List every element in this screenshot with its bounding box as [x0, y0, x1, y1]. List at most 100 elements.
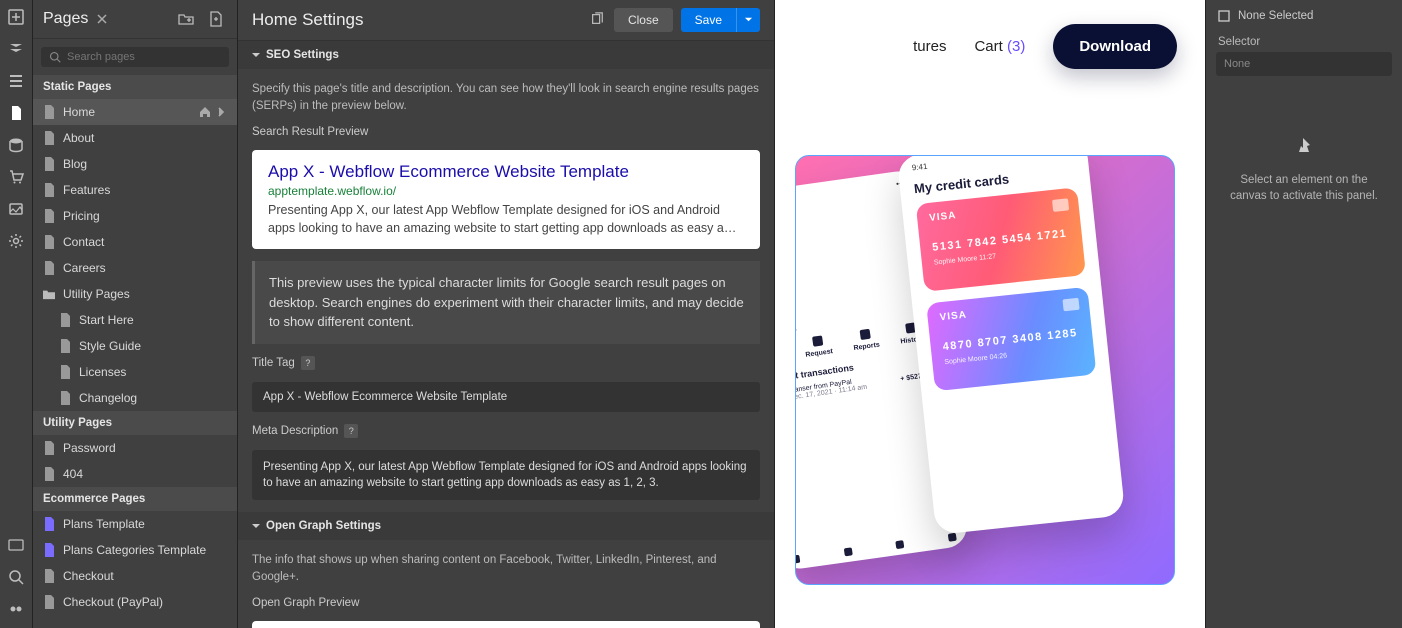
og-section-title: Open Graph Settings [266, 520, 381, 532]
assets-tool[interactable] [5, 198, 27, 220]
selector-label: Selector [1206, 26, 1402, 52]
credit-card-2: VISA 4870 8707 3408 1285 Sophie Moore 04… [926, 287, 1096, 391]
seo-section-header[interactable]: SEO Settings [238, 41, 774, 69]
page-row-checkout[interactable]: Checkout [33, 563, 237, 589]
page-settings-panel: Home Settings Close Save SEO Settings Sp… [238, 0, 775, 628]
hero-card[interactable]: 9:41••• phie! k actions Send Request Rep… [795, 155, 1175, 585]
page-row-features[interactable]: Features [33, 177, 237, 203]
left-tool-rail [0, 0, 33, 628]
static-pages-header: Static Pages [33, 75, 237, 99]
pages-tool[interactable] [5, 102, 27, 124]
selection-label: None Selected [1238, 10, 1313, 22]
page-row-404[interactable]: 404 [33, 461, 237, 487]
page-label: Password [63, 441, 116, 455]
close-button[interactable]: Close [614, 8, 673, 32]
page-label: Contact [63, 235, 104, 249]
chevron-right-icon [215, 106, 227, 118]
save-dropdown-button[interactable] [736, 8, 760, 32]
new-page-button[interactable] [205, 8, 227, 30]
page-folder-utility[interactable]: Utility Pages [33, 281, 237, 307]
page-row-plans-template[interactable]: Plans Template [33, 511, 237, 537]
settings-title: Home Settings [252, 10, 590, 30]
save-button[interactable]: Save [681, 8, 736, 32]
og-section-header[interactable]: Open Graph Settings [238, 512, 774, 540]
selector-input[interactable]: None [1216, 52, 1392, 76]
page-label: Checkout [63, 569, 114, 583]
caret-down-icon [252, 51, 260, 59]
phone-greeting: phie! [795, 202, 909, 239]
serp-preview-label: Search Result Preview [252, 126, 760, 138]
add-element-tool[interactable] [5, 6, 27, 28]
og-section-body: The info that shows up when sharing cont… [238, 540, 774, 628]
page-label: Licenses [79, 365, 126, 379]
page-label: About [63, 131, 94, 145]
page-row-licenses[interactable]: Licenses [33, 359, 237, 385]
square-icon [1218, 10, 1230, 22]
page-row-blog[interactable]: Blog [33, 151, 237, 177]
home-indicator-icon [199, 106, 211, 118]
page-row-contact[interactable]: Contact [33, 229, 237, 255]
page-label: Plans Template [63, 517, 145, 531]
pages-search[interactable] [41, 47, 229, 67]
nav-link-cart[interactable]: Cart (3) [974, 38, 1025, 55]
page-label: Features [63, 183, 110, 197]
page-row-changelog[interactable]: Changelog [33, 385, 237, 411]
help-icon[interactable]: ? [344, 424, 358, 438]
page-label: Checkout (PayPal) [63, 595, 163, 609]
page-label: Pricing [63, 209, 100, 223]
settings-tool[interactable] [5, 230, 27, 252]
seo-section-title: SEO Settings [266, 49, 339, 61]
title-tag-input[interactable] [252, 382, 760, 412]
page-row-style-guide[interactable]: Style Guide [33, 333, 237, 359]
ecommerce-tool[interactable] [5, 166, 27, 188]
page-label: Utility Pages [63, 287, 130, 301]
chevron-down-icon [744, 15, 753, 24]
page-row-start-here[interactable]: Start Here [33, 307, 237, 333]
page-row-about[interactable]: About [33, 125, 237, 151]
serp-description: Presenting App X, our latest App Webflow… [268, 202, 744, 237]
page-label: Changelog [79, 391, 137, 405]
layout-tool[interactable] [5, 38, 27, 60]
cart-count: (3) [1007, 38, 1025, 55]
pages-panel-header: Pages [33, 0, 237, 39]
video-tool[interactable] [5, 534, 27, 556]
serp-preview-card: App X - Webflow Ecommerce Website Templa… [252, 150, 760, 249]
help-icon[interactable]: ? [301, 356, 315, 370]
serp-url: apptemplate.webflow.io/ [268, 184, 744, 198]
pages-search-input[interactable] [67, 51, 221, 63]
page-row-pricing[interactable]: Pricing [33, 203, 237, 229]
phone-mock-front: 9:41••• My credit cards VISA 5131 7842 5… [897, 155, 1126, 535]
utility-pages-header: Utility Pages [33, 411, 237, 435]
style-inspector: None Selected Selector None Select an el… [1205, 0, 1402, 628]
nav-link-features[interactable]: tures [913, 38, 946, 55]
page-label: Plans Categories Template [63, 543, 206, 557]
audit-tool[interactable] [5, 566, 27, 588]
pages-list: Static Pages Home About Blog Features Pr… [33, 75, 237, 628]
meta-desc-label: Meta Description ? [252, 424, 760, 438]
page-row-password[interactable]: Password [33, 435, 237, 461]
og-intro-text: The info that shows up when sharing cont… [252, 552, 760, 585]
ecommerce-pages-header: Ecommerce Pages [33, 487, 237, 511]
close-panel-icon[interactable] [96, 13, 108, 25]
canvas[interactable]: tures Cart (3) Download 9:41••• phie! k … [775, 0, 1205, 628]
serp-title: App X - Webflow Ecommerce Website Templa… [268, 162, 744, 182]
duplicate-icon[interactable] [590, 12, 604, 29]
page-row-plans-categories[interactable]: Plans Categories Template [33, 537, 237, 563]
pages-panel: Pages Static Pages Home About Blog Featu… [33, 0, 238, 628]
seo-section-body: Specify this page's title and descriptio… [238, 69, 774, 512]
page-row-checkout-paypal[interactable]: Checkout (PayPal) [33, 589, 237, 615]
page-row-careers[interactable]: Careers [33, 255, 237, 281]
credit-card-1: VISA 5131 7842 5454 1721 Sophie Moore 11… [916, 187, 1086, 291]
cms-tool[interactable] [5, 134, 27, 156]
navigator-tool[interactable] [5, 70, 27, 92]
caret-down-icon [252, 522, 260, 530]
download-button[interactable]: Download [1053, 24, 1177, 69]
help-tool[interactable] [5, 598, 27, 620]
og-preview-card: App X App Webflow Template App X Our fea… [252, 621, 760, 628]
new-folder-button[interactable] [175, 8, 197, 30]
page-row-home[interactable]: Home [33, 99, 237, 125]
pages-panel-title: Pages [43, 10, 88, 28]
title-tag-label: Title Tag ? [252, 356, 760, 370]
meta-desc-input[interactable] [252, 450, 760, 500]
page-label: Start Here [79, 313, 134, 327]
